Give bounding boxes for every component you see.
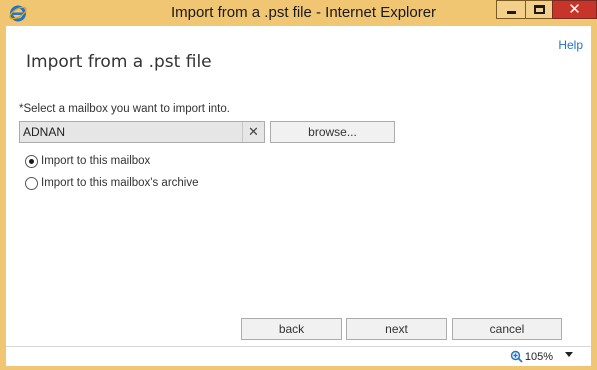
zoom-level: 105% xyxy=(524,350,553,363)
maximize-icon xyxy=(534,5,545,14)
help-link[interactable]: Help xyxy=(558,38,583,52)
close-icon: ✕ xyxy=(568,1,581,18)
back-button[interactable]: back xyxy=(241,318,342,340)
mailbox-value: ADNAN xyxy=(23,125,66,139)
radio-button[interactable] xyxy=(25,176,38,190)
page-content: Help Import from a .pst file *Select a m… xyxy=(6,26,591,346)
page-title: Import from a .pst file xyxy=(26,52,212,72)
ie-window: Import from a .pst file - Internet Explo… xyxy=(0,0,597,370)
cancel-button[interactable]: cancel xyxy=(452,318,562,340)
radio-button-selected[interactable] xyxy=(25,154,38,168)
status-bar: 105% xyxy=(6,346,591,366)
mailbox-prompt-label: *Select a mailbox you want to import int… xyxy=(19,103,230,115)
option-import-to-archive[interactable]: Import to this mailbox's archive xyxy=(25,175,199,191)
minimize-button[interactable] xyxy=(496,0,526,19)
option-label: Import to this mailbox's archive xyxy=(41,177,199,189)
option-import-to-mailbox[interactable]: Import to this mailbox xyxy=(25,153,150,169)
mailbox-field[interactable]: ADNAN ✕ xyxy=(19,121,265,143)
browse-button[interactable]: browse... xyxy=(270,121,395,143)
zoom-icon xyxy=(510,350,523,363)
maximize-button[interactable] xyxy=(525,0,553,19)
zoom-control[interactable]: 105% xyxy=(510,350,553,363)
close-button[interactable]: ✕ xyxy=(552,0,597,19)
next-button[interactable]: next xyxy=(346,318,447,340)
clear-icon[interactable]: ✕ xyxy=(242,122,264,142)
title-bar: Import from a .pst file - Internet Explo… xyxy=(0,0,597,26)
chevron-down-icon[interactable] xyxy=(565,352,573,357)
minimize-icon xyxy=(507,11,516,14)
option-label: Import to this mailbox xyxy=(41,155,151,167)
